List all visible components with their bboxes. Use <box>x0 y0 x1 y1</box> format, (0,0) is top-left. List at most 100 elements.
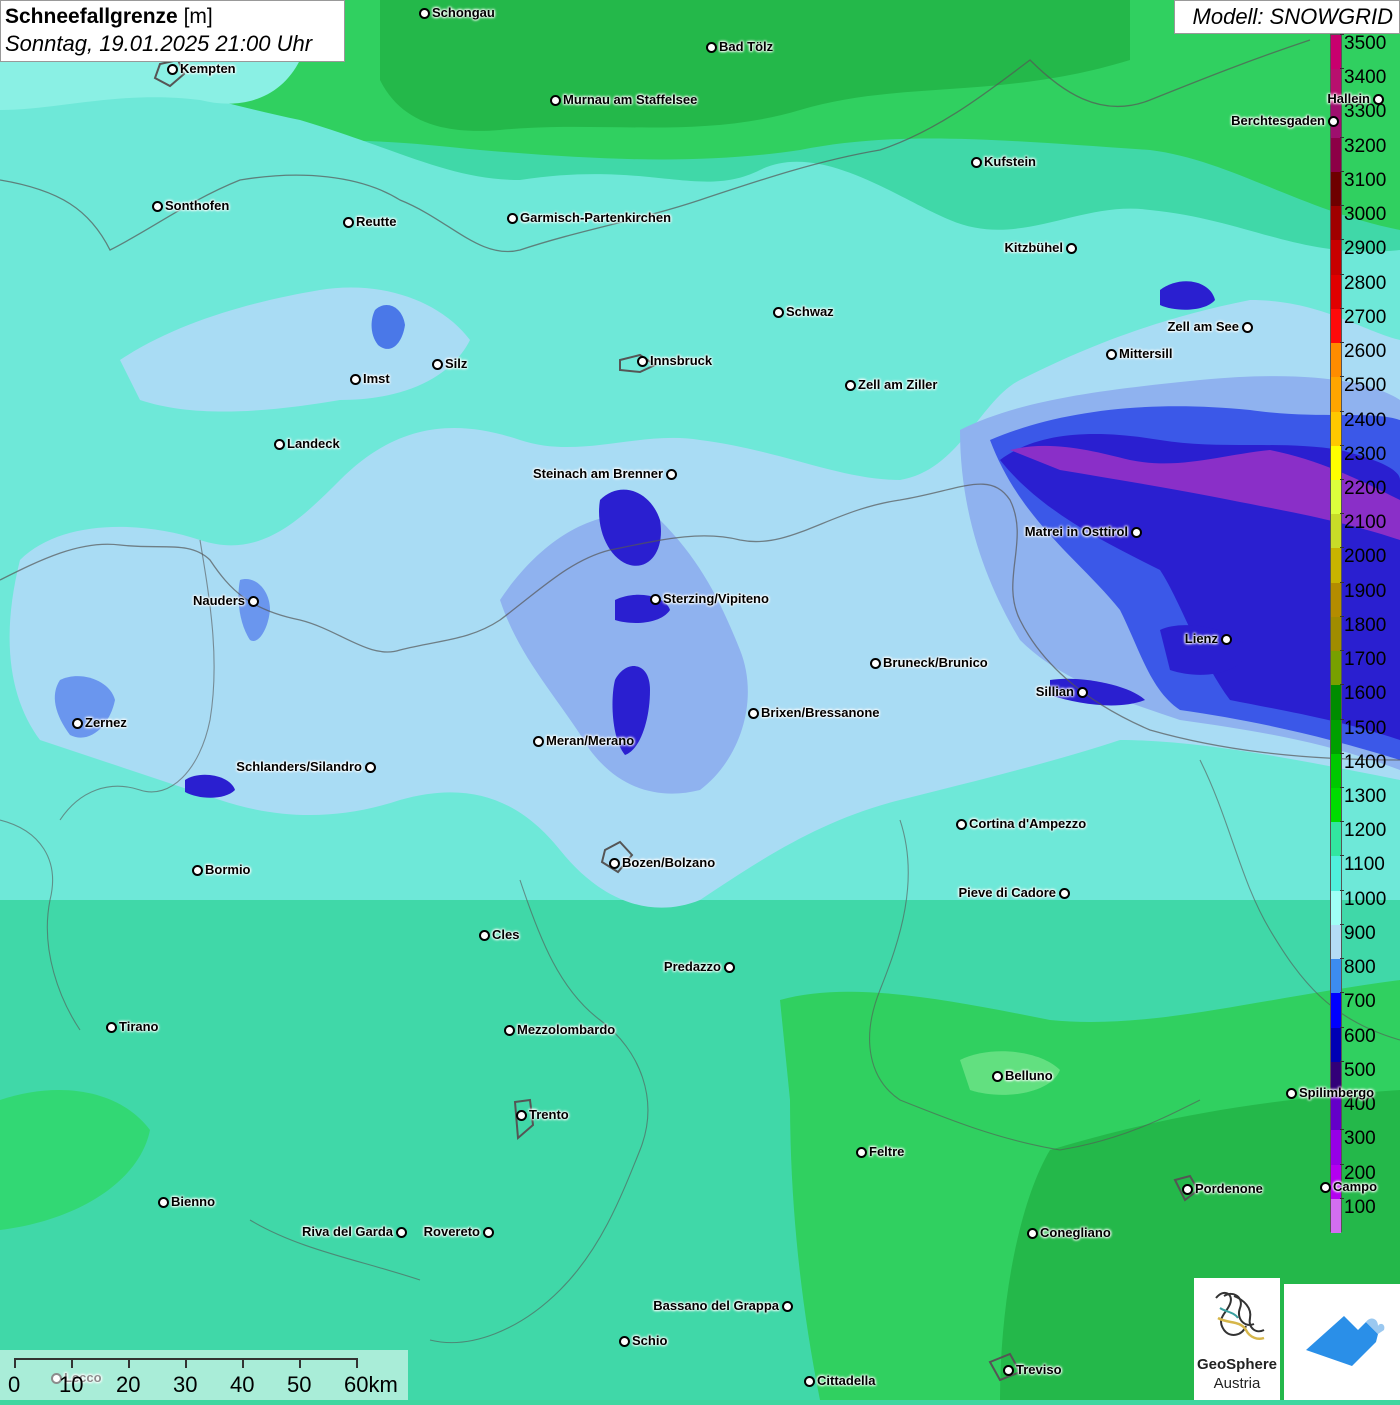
city-label: Cittadella <box>817 1373 876 1388</box>
city-marker[interactable] <box>856 1147 867 1158</box>
city-label: Kufstein <box>984 154 1036 169</box>
legend-swatch <box>1331 616 1341 652</box>
city-label: Bormio <box>205 862 251 877</box>
city-marker[interactable] <box>396 1227 407 1238</box>
city-marker[interactable] <box>845 380 856 391</box>
city-label: Pieve di Cadore <box>958 885 1056 900</box>
legend-swatch <box>1331 959 1341 994</box>
city-marker[interactable] <box>432 359 443 370</box>
legend-swatch <box>1331 137 1341 173</box>
legend-swatch <box>1331 582 1341 618</box>
city-marker[interactable] <box>167 64 178 75</box>
city-marker[interactable] <box>483 1227 494 1238</box>
city-marker[interactable] <box>1027 1228 1038 1239</box>
city-marker[interactable] <box>1077 687 1088 698</box>
legend-tick <box>1340 170 1344 172</box>
city-marker[interactable] <box>343 217 354 228</box>
city-marker[interactable] <box>1373 94 1384 105</box>
legend-swatch <box>1331 514 1341 549</box>
legend-label: 500 <box>1344 1059 1376 1081</box>
legend-tick <box>1340 752 1344 754</box>
legend-tick <box>1340 410 1344 412</box>
city-label: Bassano del Grappa <box>653 1298 779 1313</box>
legend-swatch <box>1331 343 1341 378</box>
legend-swatch <box>1331 890 1341 926</box>
city-marker[interactable] <box>992 1071 1003 1082</box>
city-marker[interactable] <box>274 439 285 450</box>
city-marker[interactable] <box>158 1197 169 1208</box>
city-marker[interactable] <box>666 469 677 480</box>
city-marker[interactable] <box>1182 1184 1193 1195</box>
city-marker[interactable] <box>782 1301 793 1312</box>
legend-tick <box>1340 581 1344 583</box>
city-label: Lienz <box>1184 631 1218 646</box>
city-marker[interactable] <box>650 594 661 605</box>
scale-label: 10 <box>59 1372 84 1397</box>
city-marker[interactable] <box>956 819 967 830</box>
city-marker[interactable] <box>479 930 490 941</box>
city-marker[interactable] <box>507 213 518 224</box>
city-marker[interactable] <box>1131 527 1142 538</box>
scale-tick <box>14 1358 16 1368</box>
city-marker[interactable] <box>248 596 259 607</box>
city-label: Feltre <box>869 1144 905 1159</box>
legend-label: 2400 <box>1344 409 1387 431</box>
legend-label: 1600 <box>1344 683 1387 705</box>
legend-swatch <box>1331 822 1341 857</box>
city-label: Kitzbühel <box>1004 240 1064 255</box>
city-marker[interactable] <box>106 1022 117 1033</box>
city-marker[interactable] <box>748 708 759 719</box>
city-marker[interactable] <box>152 201 163 212</box>
scale-label: 20 <box>116 1372 141 1397</box>
city-marker[interactable] <box>350 374 361 385</box>
city-marker[interactable] <box>1106 349 1117 360</box>
city-marker[interactable] <box>724 962 735 973</box>
city-marker[interactable] <box>550 95 561 106</box>
city-marker[interactable] <box>804 1376 815 1387</box>
city-marker[interactable] <box>365 762 376 773</box>
city-marker[interactable] <box>1242 322 1253 333</box>
mountain-snow-icon <box>1306 1316 1385 1366</box>
city-marker[interactable] <box>971 157 982 168</box>
city-marker[interactable] <box>609 858 620 869</box>
legend-label: 600 <box>1344 1025 1376 1047</box>
city-marker[interactable] <box>504 1025 515 1036</box>
legend-label: 300 <box>1344 1128 1376 1150</box>
city-label: Conegliano <box>1040 1225 1111 1240</box>
scale-tick <box>356 1358 358 1368</box>
legend-tick <box>1340 68 1344 70</box>
legend-tick <box>1340 478 1344 480</box>
city-label: Meran/Merano <box>546 733 635 748</box>
geosphere-logo[interactable]: GeoSphere Austria <box>1194 1278 1280 1400</box>
city-marker[interactable] <box>1320 1182 1331 1193</box>
legend-swatch <box>1331 924 1341 960</box>
city-marker[interactable] <box>1328 116 1339 127</box>
city-label: Predazzo <box>663 959 721 974</box>
legend-label: 100 <box>1344 1196 1376 1218</box>
legend-swatch <box>1331 685 1341 721</box>
legend-tick <box>1340 1026 1344 1028</box>
city-marker[interactable] <box>516 1110 527 1121</box>
city-label: Reutte <box>356 214 397 229</box>
city-marker[interactable] <box>1066 243 1077 254</box>
city-marker[interactable] <box>870 658 881 669</box>
city-label: Innsbruck <box>650 353 713 368</box>
city-label: Zell am Ziller <box>858 377 938 392</box>
snow-app-logo[interactable] <box>1284 1284 1400 1400</box>
city-marker[interactable] <box>637 356 648 367</box>
city-label: Garmisch-Partenkirchen <box>520 210 672 225</box>
city-marker[interactable] <box>533 736 544 747</box>
city-marker[interactable] <box>192 865 203 876</box>
city-marker[interactable] <box>706 42 717 53</box>
city-marker[interactable] <box>72 718 83 729</box>
city-marker[interactable] <box>619 1336 630 1347</box>
city-marker[interactable] <box>1059 888 1070 899</box>
city-label: Murnau am Staffelsee <box>563 92 698 107</box>
city-marker[interactable] <box>1003 1365 1014 1376</box>
model-label: Modell: SNOWGRID <box>1174 0 1400 34</box>
city-marker[interactable] <box>1221 634 1232 645</box>
city-marker[interactable] <box>419 8 430 19</box>
city-marker[interactable] <box>773 307 784 318</box>
city-marker[interactable] <box>1286 1088 1297 1099</box>
city-label: Trento <box>529 1107 569 1122</box>
